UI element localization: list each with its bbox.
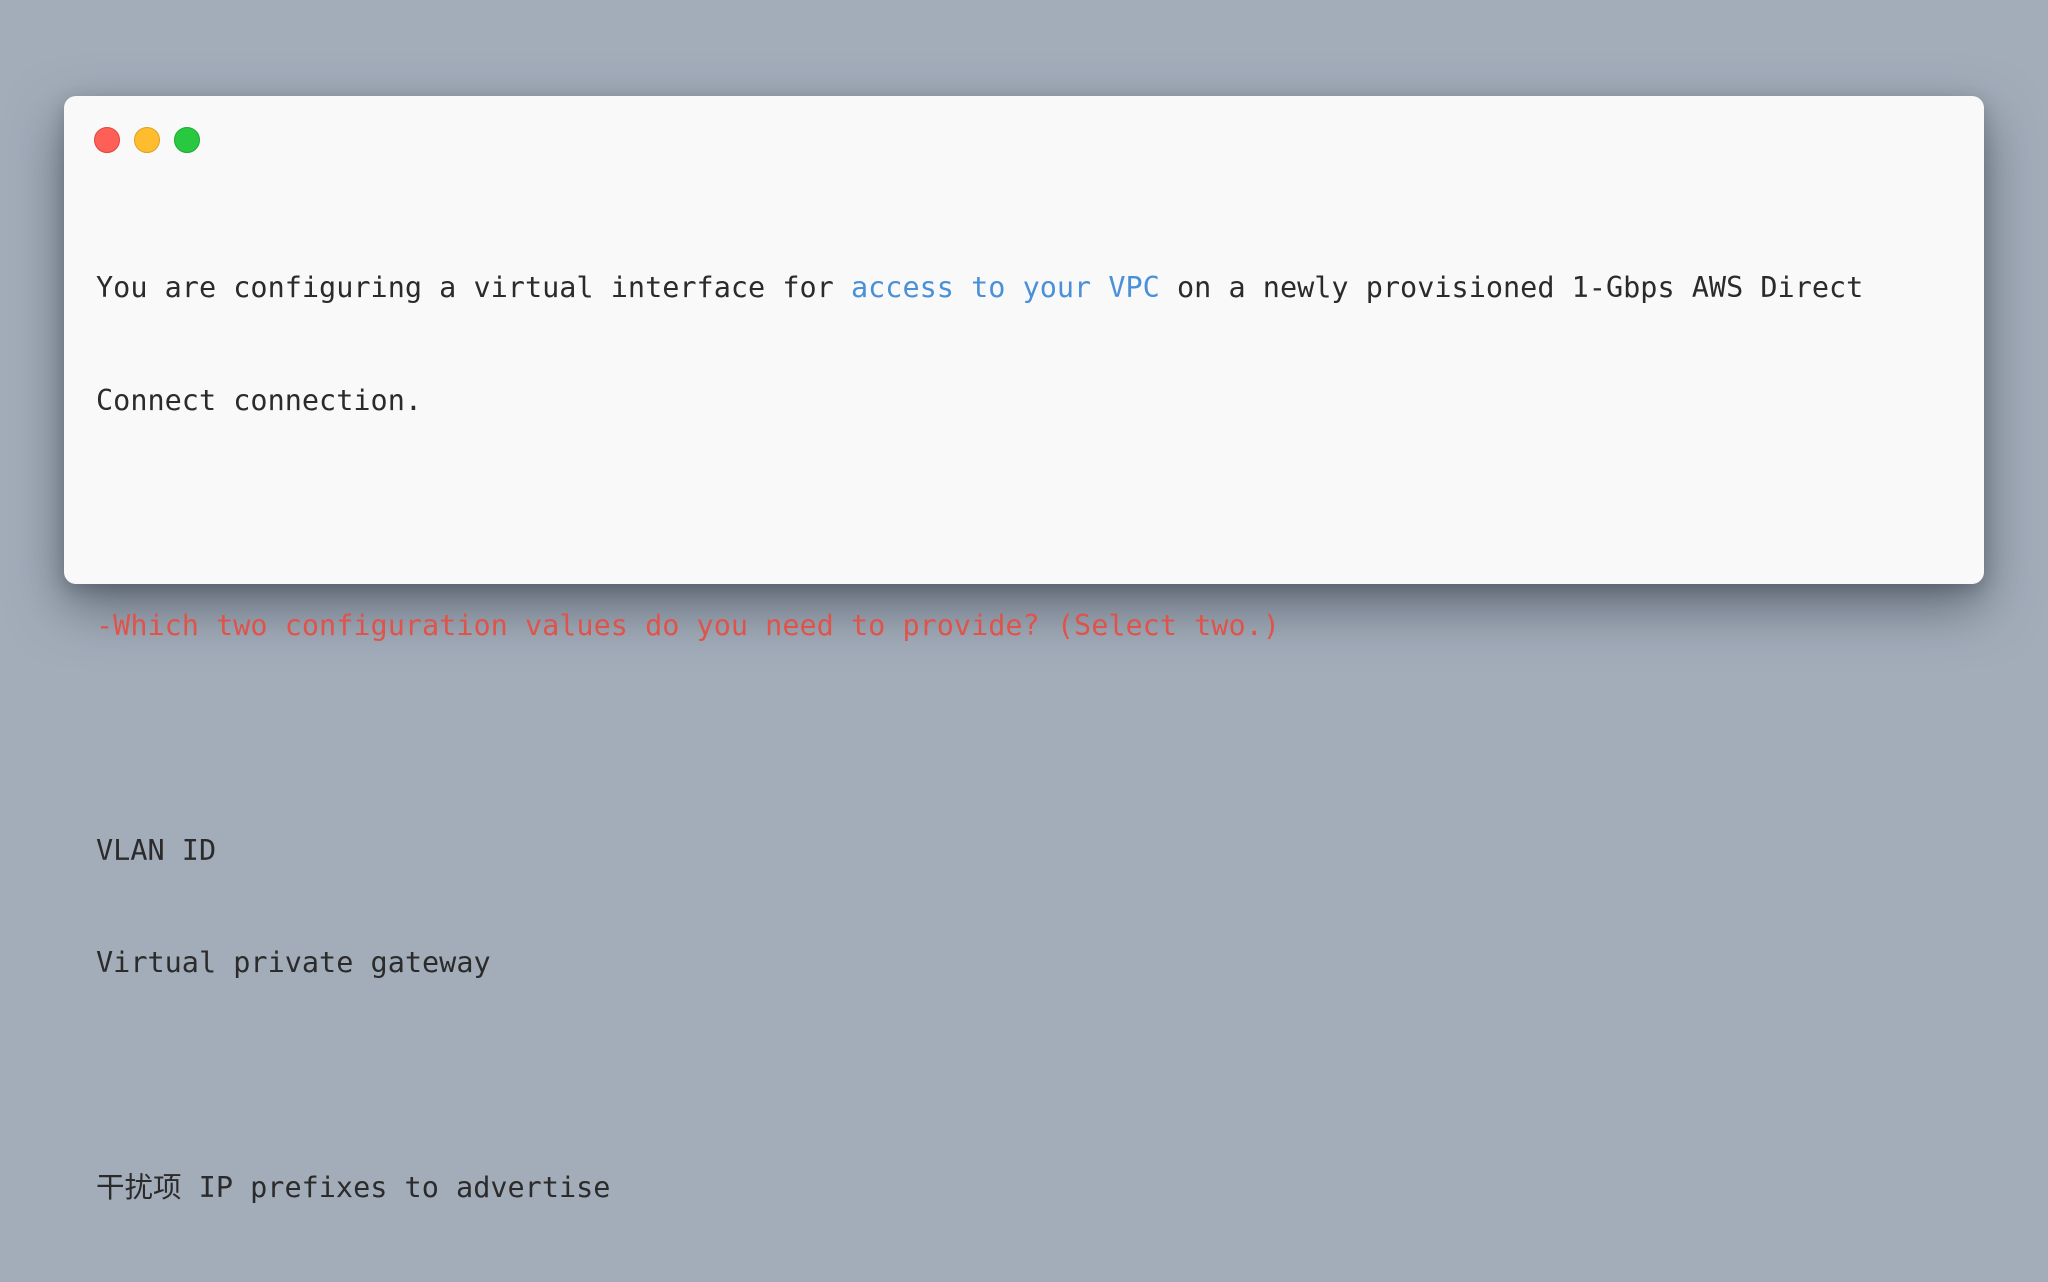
vpc-access-link[interactable]: access to your VPC: [851, 271, 1160, 304]
minimize-button[interactable]: [134, 127, 160, 153]
close-button[interactable]: [94, 127, 120, 153]
intro-text-start: You are configuring a virtual interface …: [96, 271, 851, 304]
intro-line-1: You are configuring a virtual interface …: [96, 269, 1956, 307]
question-text-block: You are configuring a virtual interface …: [96, 194, 1956, 1282]
question-line: -Which two configuration values do you n…: [96, 608, 1280, 642]
intro-text-end: on a newly provisioned 1-Gbps AWS Direct: [1159, 271, 1864, 304]
maximize-button[interactable]: [174, 127, 200, 153]
terminal-window: You are configuring a virtual interface …: [64, 96, 1984, 1204]
answer-option: Virtual private gateway: [96, 946, 491, 979]
window-controls: [94, 127, 200, 153]
answer-option: VLAN ID: [96, 833, 217, 867]
distractor-option: 干扰项 IP prefixes to advertise: [96, 1171, 611, 1204]
intro-line-2: Connect connection.: [96, 383, 423, 417]
